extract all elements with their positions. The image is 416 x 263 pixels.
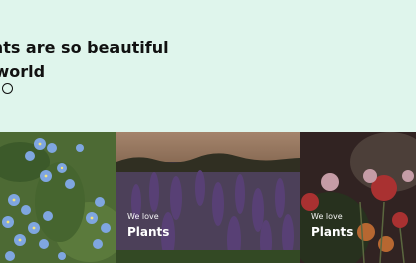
hero-headline-line1: ants are so beautiful: [0, 38, 169, 57]
circle-arrow-icon: [2, 82, 14, 94]
hero-headline: ants are so beautiful r world: [0, 36, 169, 84]
red-flowers-title: Plants: [311, 225, 354, 239]
red-flowers-caption: We love Plants: [311, 212, 353, 239]
hero-headline-line2: r world: [0, 62, 46, 81]
lupine-photo: [116, 132, 300, 263]
red-flowers-eyebrow: We love: [311, 212, 343, 221]
cta-link[interactable]: us: [0, 81, 14, 95]
lupine-eyebrow: We love: [127, 212, 159, 221]
plant-gallery: We love Plants We love Plants: [0, 132, 416, 263]
hero-section: ants are so beautiful r world us: [0, 0, 416, 132]
gallery-card-forget-me-not[interactable]: [0, 132, 116, 263]
lupine-title: Plants: [127, 225, 170, 239]
red-flowers-photo: [300, 132, 416, 263]
forget-me-not-photo: [0, 132, 116, 263]
lupine-caption: We love Plants: [127, 212, 169, 239]
gallery-card-red-flowers[interactable]: We love Plants: [300, 132, 416, 263]
gallery-card-lupine[interactable]: We love Plants: [116, 132, 300, 263]
